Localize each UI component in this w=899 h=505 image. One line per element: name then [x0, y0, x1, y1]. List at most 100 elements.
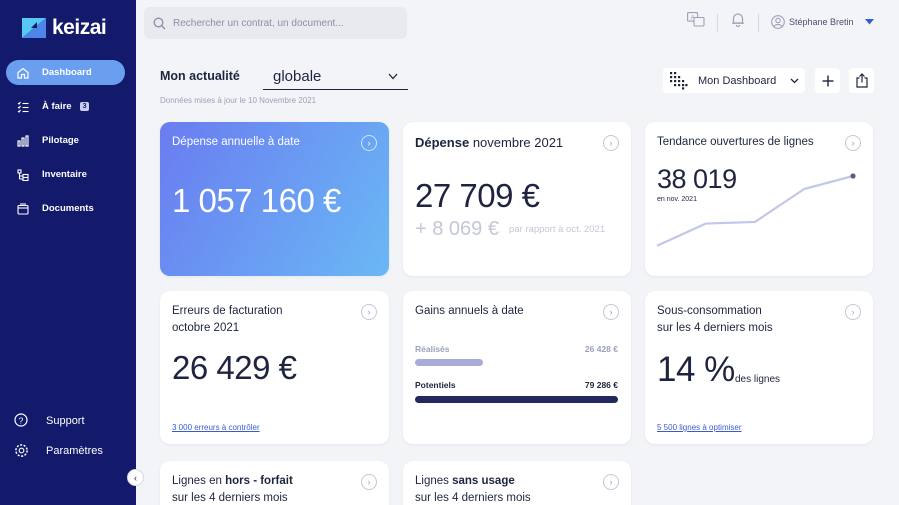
sparkline-end-dot	[850, 173, 856, 179]
bell-icon	[732, 13, 744, 27]
last-updated-text: Données mises à jour le 10 Novembre 2021	[160, 96, 317, 105]
dashboard-dropdown[interactable]: Mon Dashboard	[663, 68, 805, 93]
card-title-bold: Gains annuels	[415, 305, 489, 317]
card-open-button[interactable]: ›	[603, 135, 619, 151]
card-title-line1: Sous-consommation	[657, 305, 762, 317]
card-title: Sous-consommation sur les 4 derniers moi…	[657, 303, 773, 337]
under-consumption-card[interactable]: Sous-consommation sur les 4 derniers moi…	[645, 291, 873, 444]
card-title-bold: sans usage	[452, 475, 515, 487]
billing-errors-link[interactable]: 3 000 erreurs à contrôler	[172, 423, 260, 432]
month-spend-value: 27 709 €	[415, 177, 540, 214]
gear-icon	[14, 443, 30, 459]
actuality-label: Mon actualité	[160, 69, 240, 83]
potential-bar-fill	[415, 396, 618, 403]
chevron-right-icon: ›	[851, 138, 855, 148]
annual-spend-card[interactable]: Dépense annuelle à date › 1 057 160 €	[160, 122, 389, 276]
caret-down-icon	[864, 19, 874, 25]
card-title-line2: sur les 4 derniers mois	[657, 322, 773, 334]
card-open-button[interactable]: ›	[845, 135, 861, 151]
realized-bar-track	[415, 359, 618, 366]
card-title-line2: octobre 2021	[172, 322, 240, 334]
inventory-icon	[16, 168, 30, 182]
sidebar-item-label: Documents	[42, 203, 94, 214]
search-icon	[153, 17, 166, 29]
card-open-button[interactable]: ›	[603, 474, 619, 490]
share-button[interactable]	[849, 68, 874, 93]
plus-icon	[822, 75, 833, 86]
trend-sparkline	[656, 173, 856, 247]
card-open-button[interactable]: ›	[845, 304, 861, 320]
support-label: Support	[46, 415, 85, 427]
chevron-right-icon: ›	[609, 138, 613, 148]
sidebar-item-inventory[interactable]: Inventaire	[6, 162, 125, 187]
unused-lines-card[interactable]: Lignes sans usage sur les 4 derniers moi…	[403, 461, 631, 505]
notifications-button[interactable]	[731, 12, 745, 27]
scope-dropdown[interactable]: globale	[263, 64, 408, 90]
billing-errors-card[interactable]: Erreurs de facturation octobre 2021 › 26…	[160, 291, 389, 444]
share-icon	[855, 73, 868, 88]
card-title-part: Lignes	[415, 475, 453, 487]
month-spend-delta: + 8 069 €	[415, 218, 499, 240]
chevron-right-icon: ›	[609, 477, 613, 487]
add-widget-button[interactable]	[815, 68, 840, 93]
sidebar-item-todo[interactable]: À faire 3	[6, 94, 125, 119]
chevron-left-icon: ‹	[134, 472, 137, 483]
annual-spend-value: 1 057 160 €	[172, 182, 341, 219]
card-open-button[interactable]: ›	[361, 135, 377, 151]
month-spend-card[interactable]: Dépense novembre 2021 › 27 709 € + 8 069…	[403, 122, 631, 276]
card-title: Dépense annuelle à date	[172, 136, 300, 148]
support-link[interactable]: ? Support	[14, 413, 85, 429]
card-title: Dépense novembre 2021	[415, 134, 563, 151]
sidebar-item-dashboard[interactable]: Dashboard	[6, 60, 125, 85]
todo-count-badge: 3	[79, 102, 90, 111]
month-spend-delta-note: par rapport à oct. 2021	[509, 224, 606, 235]
home-icon	[16, 66, 30, 80]
line-trend-card[interactable]: Tendance ouvertures de lignes › 38 019 e…	[645, 122, 873, 276]
sidebar-item-label: Pilotage	[42, 135, 79, 146]
card-title: Gains annuels à date	[415, 303, 524, 320]
settings-link[interactable]: Paramètres	[14, 443, 103, 459]
sidebar-item-label: À faire	[42, 101, 72, 112]
annual-gains-card[interactable]: Gains annuels à date › Réalisés 26 428 €…	[403, 291, 631, 444]
realized-label: Réalisés	[415, 344, 450, 354]
sidebar-item-documents[interactable]: Documents	[6, 196, 125, 221]
search-bar[interactable]	[144, 7, 407, 39]
out-of-plan-card[interactable]: Lignes en hors - forfait sur les 4 derni…	[160, 461, 389, 505]
chevron-right-icon: ›	[367, 307, 371, 317]
user-menu[interactable]: Stéphane Bretin	[771, 15, 874, 29]
top-divider	[758, 14, 759, 32]
chevron-right-icon: ›	[367, 138, 371, 148]
svg-text:A: A	[691, 16, 695, 22]
card-title-rest: novembre 2021	[469, 135, 564, 150]
user-name: Stéphane Bretin	[789, 17, 854, 27]
card-title: Erreurs de facturation octobre 2021	[172, 303, 283, 337]
card-open-button[interactable]: ›	[603, 304, 619, 320]
language-button[interactable]: A	[687, 12, 705, 27]
sidebar-item-label: Dashboard	[42, 67, 92, 78]
bar-chart-icon	[16, 134, 30, 148]
search-input[interactable]	[173, 17, 393, 29]
settings-label: Paramètres	[46, 445, 103, 457]
card-open-button[interactable]: ›	[361, 474, 377, 490]
sparkline-path	[656, 174, 854, 247]
user-avatar-icon	[771, 15, 785, 29]
brand-logo[interactable]: keizai	[22, 16, 107, 40]
help-icon: ?	[14, 413, 30, 429]
chevron-down-icon	[388, 73, 398, 80]
card-title-line2: sur les 4 derniers mois	[172, 492, 288, 504]
under-consumption-note: des lignes	[735, 374, 781, 385]
card-open-button[interactable]: ›	[361, 304, 377, 320]
card-title-bold: hors - forfait	[225, 475, 293, 487]
billing-errors-value: 26 429 €	[172, 349, 297, 386]
chevron-right-icon: ›	[367, 477, 371, 487]
logo-mark-icon	[22, 18, 46, 38]
card-title-bold: Dépense	[415, 135, 470, 150]
under-consumption-link[interactable]: 5 500 lignes à optimiser	[657, 423, 742, 432]
sidebar-item-pilotage[interactable]: Pilotage	[6, 128, 125, 153]
potential-bar-track	[415, 396, 618, 403]
potential-value: 79 286 €	[584, 380, 618, 390]
chevron-down-icon	[790, 78, 799, 83]
checklist-icon	[16, 100, 30, 114]
sidebar-collapse-button[interactable]: ‹	[127, 469, 144, 486]
sidebar-item-label: Inventaire	[42, 169, 87, 180]
